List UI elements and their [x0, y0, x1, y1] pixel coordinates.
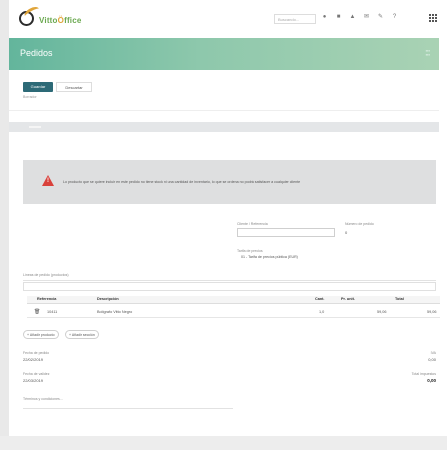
table-row[interactable]: 🗑 10411 Bolígrafo Vitto Negro 1,0 59,06 …: [27, 308, 440, 318]
toolbar-divider: [9, 110, 439, 111]
row-description: Bolígrafo Vitto Negro: [97, 310, 133, 314]
column-header-quantity[interactable]: Cant.: [315, 297, 325, 301]
column-header-unit-price[interactable]: Pr. unit.: [341, 297, 355, 301]
row-total: 59,06: [427, 310, 437, 314]
trash-icon[interactable]: 🗑: [34, 309, 40, 315]
order-number-label: Número de pedido: [345, 222, 374, 226]
add-section-button[interactable]: + Añadir sección: [65, 330, 99, 339]
global-search-input[interactable]: Buscando...: [274, 14, 316, 24]
save-button[interactable]: Guardar: [23, 82, 53, 92]
flag-icon[interactable]: ▲: [349, 13, 356, 22]
grand-total-value: 0,00: [427, 378, 436, 383]
logo-text-prefix: Vitto: [39, 16, 58, 25]
app-logo[interactable]: VittoÖffice: [19, 4, 104, 31]
customer-field[interactable]: [237, 228, 335, 237]
page-backdrop-bottom: [0, 436, 447, 450]
tax-label: IVA: [430, 351, 436, 355]
app-window: VittoÖffice Buscando... ● ■ ▲ ✉ ✎ ? Pedi…: [9, 0, 440, 436]
page-header: Pedidos ▪▪▪ ▪▪▪: [9, 38, 439, 70]
table-header: Referencia Descripción Cant. Pr. unit. T…: [27, 296, 440, 304]
customer-label: Cliente / Referencia: [237, 222, 268, 226]
order-date-label: Fecha de pedido: [23, 351, 50, 355]
terms-field-underline[interactable]: [23, 408, 233, 409]
order-date-value[interactable]: 22/02/2019: [23, 357, 43, 362]
column-header-total[interactable]: Total: [395, 297, 404, 301]
top-bar: VittoÖffice Buscando... ● ■ ▲ ✉ ✎ ?: [9, 0, 439, 38]
discard-button[interactable]: Descartar: [56, 82, 92, 92]
logo-text-suffix: ffice: [64, 16, 82, 25]
topbar-icon-group: ● ■ ▲ ✉ ✎ ?: [321, 13, 398, 22]
alert-message: Lo producto que se quiere incluir en est…: [63, 180, 301, 184]
page-title: Pedidos: [20, 48, 53, 58]
total-tax-label: Total impuestos: [411, 372, 436, 376]
warning-icon: !: [42, 175, 54, 186]
mail-icon[interactable]: ✉: [363, 13, 370, 22]
add-product-label: Añadir producto: [29, 333, 55, 337]
validity-date-value[interactable]: 22/03/2019: [23, 378, 43, 383]
terms-label: Términos y condiciones...: [23, 397, 63, 401]
stage-indicator: [29, 126, 41, 128]
add-product-button[interactable]: + Añadir producto: [23, 330, 59, 339]
pricelist-label: Tarifa de precios: [237, 249, 263, 253]
header-pager-icon[interactable]: ▪▪▪ ▪▪▪: [412, 49, 430, 57]
chat-icon[interactable]: ■: [335, 13, 342, 22]
order-number-value: 0: [345, 230, 348, 235]
add-section-label: Añadir sección: [71, 333, 95, 337]
wrench-icon[interactable]: ✎: [377, 13, 384, 22]
row-quantity: 1,0: [319, 310, 325, 314]
validity-date-label: Fecha de validez: [23, 372, 50, 376]
order-lines-divider: [23, 280, 436, 281]
order-lines-search-field[interactable]: [23, 282, 436, 291]
order-lines-label: Líneas de pedido (productos): [23, 273, 69, 277]
row-reference: 10411: [47, 310, 58, 314]
row-unit-price: 59,06: [377, 310, 387, 314]
bell-icon[interactable]: ●: [321, 13, 328, 22]
logo-text: VittoÖffice: [39, 16, 82, 25]
pricelist-value[interactable]: 01 - Tarifa de precios pública (EUR): [241, 255, 298, 259]
stage-bar: [9, 122, 439, 132]
column-header-reference[interactable]: Referencia: [37, 297, 56, 301]
page-backdrop-left: [0, 0, 9, 450]
apps-grid-icon[interactable]: [429, 14, 437, 22]
tax-value: 0,00: [428, 357, 436, 362]
column-header-description[interactable]: Descripción: [97, 297, 119, 301]
status-label: Borrador: [23, 95, 37, 99]
help-icon[interactable]: ?: [391, 13, 398, 22]
stock-warning-alert: ! Lo producto que se quiere incluir en e…: [23, 160, 436, 204]
